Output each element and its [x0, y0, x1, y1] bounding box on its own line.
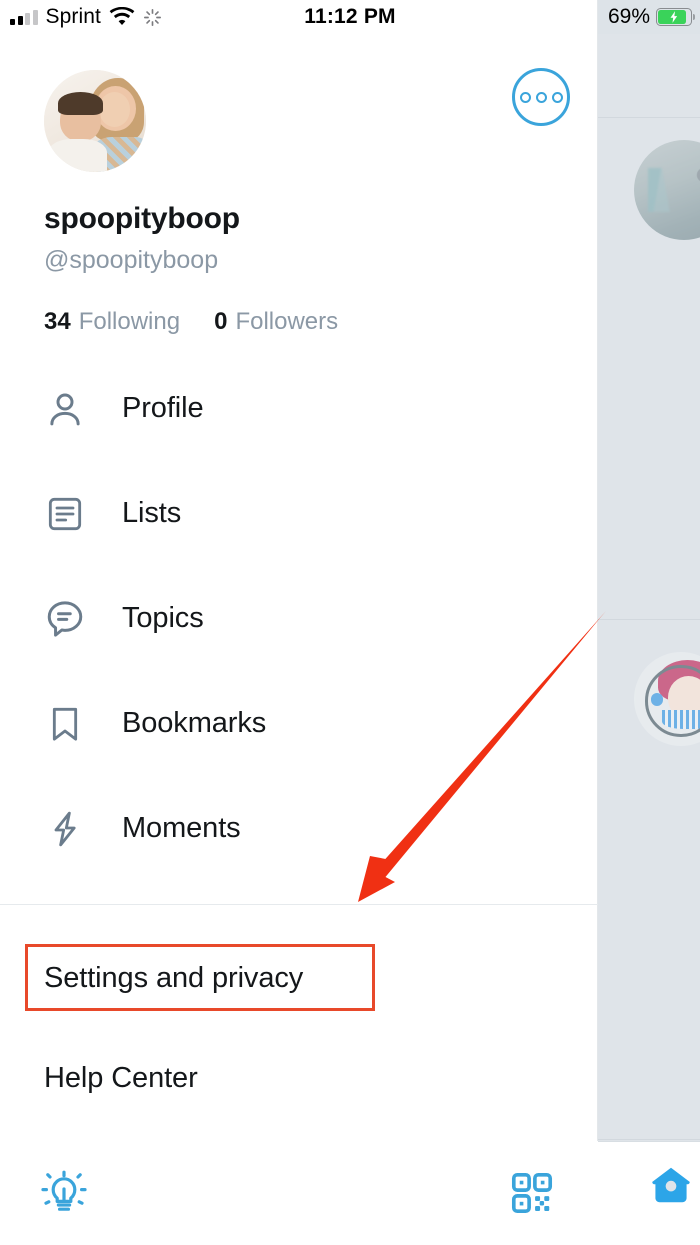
nav-item-lists[interactable]: Lists [0, 461, 598, 566]
account-drawer: spoopityboop @spoopityboop 34 Following … [0, 0, 598, 1245]
following-label[interactable]: Following [79, 308, 180, 336]
followers-count[interactable]: 0 [214, 308, 227, 336]
avatar[interactable] [44, 70, 146, 172]
dot-icon [519, 91, 531, 103]
drawer-secondary-list: Settings and privacy Help Center [0, 928, 598, 1128]
nav-item-profile[interactable]: Profile [0, 356, 598, 461]
speech-bubble-lines-icon [40, 595, 90, 643]
list-document-icon [40, 490, 90, 538]
nav-item-label: Profile [122, 392, 204, 424]
nav-item-topics[interactable]: Topics [0, 566, 598, 671]
display-name: spoopityboop [44, 202, 240, 235]
background-timeline-overlay[interactable] [598, 0, 700, 1245]
following-count[interactable]: 34 [44, 308, 71, 336]
person-icon [40, 385, 90, 433]
drawer-bottom-bar [0, 1141, 598, 1245]
lightbulb-icon[interactable] [36, 1165, 92, 1221]
nav-item-label: Bookmarks [122, 707, 267, 739]
nav-item-bookmarks[interactable]: Bookmarks [0, 671, 598, 776]
followers-label[interactable]: Followers [235, 308, 338, 336]
dot-icon [551, 91, 563, 103]
qr-code-icon[interactable] [504, 1165, 560, 1221]
more-options-button[interactable] [512, 68, 570, 126]
background-tweet-row [598, 0, 700, 118]
bookmark-icon [40, 700, 90, 748]
nav-item-moments[interactable]: Moments [0, 776, 598, 881]
nav-item-label: Lists [122, 497, 182, 529]
drawer-nav-list: Profile Lists Topics Bookmarks Moments [0, 356, 598, 881]
menu-item-label: Help Center [44, 1061, 198, 1094]
background-bottom-bar [598, 1141, 700, 1245]
menu-item-help-center[interactable]: Help Center [0, 1028, 598, 1128]
user-handle: @spoopityboop [44, 246, 219, 274]
menu-item-settings-and-privacy[interactable]: Settings and privacy [0, 928, 598, 1028]
app-screen: spoopityboop @spoopityboop 34 Following … [0, 0, 700, 1245]
section-divider [0, 904, 598, 905]
dot-icon [535, 91, 547, 103]
lightning-bolt-icon [40, 805, 90, 853]
nav-item-label: Topics [122, 602, 204, 634]
home-icon[interactable] [648, 1163, 694, 1207]
follow-stats: 34 Following 0 Followers [44, 308, 338, 336]
menu-item-label: Settings and privacy [44, 961, 304, 994]
nav-item-label: Moments [122, 812, 241, 844]
